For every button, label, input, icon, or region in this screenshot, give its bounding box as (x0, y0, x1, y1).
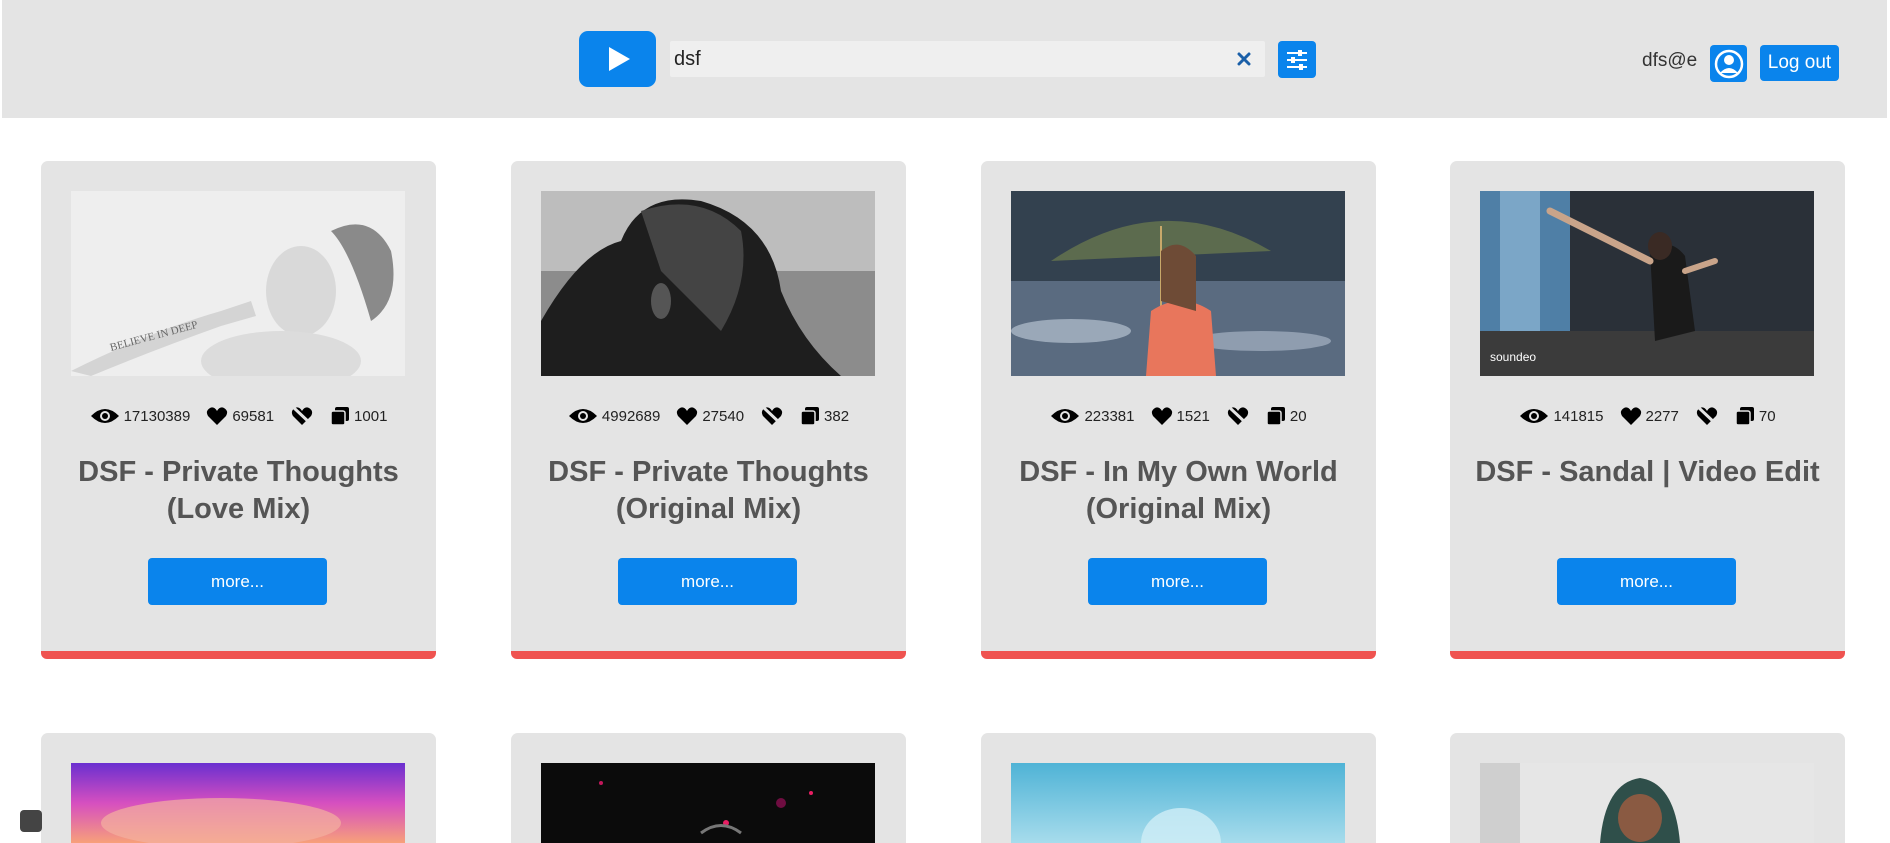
dislike-stat (290, 406, 314, 426)
logout-button[interactable]: Log out (1760, 45, 1839, 81)
track-title: DSF - In My Own World (Original Mix) (1019, 456, 1338, 525)
track-stats: 141815 2277 70 (1450, 401, 1845, 431)
close-icon (1237, 52, 1251, 66)
copy-icon (1735, 407, 1754, 426)
likes-stat: 1521 (1151, 406, 1210, 426)
views-stat: 17130389 (90, 407, 191, 425)
more-button[interactable]: more... (148, 558, 327, 605)
user-email: dfs@e (1642, 50, 1698, 71)
track-card: soundeo 141815 2277 70 DSF - Sandal | Vi… (1450, 161, 1845, 659)
home-play-logo-button[interactable] (579, 31, 656, 87)
heart-icon (677, 407, 698, 425)
likes-count: 2277 (1645, 407, 1679, 425)
views-stat: 223381 (1050, 407, 1135, 425)
likes-stat: 69581 (206, 406, 274, 426)
track-thumbnail[interactable]: soundeo (1480, 191, 1814, 376)
play-icon (608, 47, 630, 71)
copy-icon (800, 407, 820, 426)
views-count: 223381 (1084, 407, 1135, 425)
more-button[interactable]: more... (618, 558, 797, 605)
track-title: DSF - Sandal | Video Edit (1475, 456, 1820, 488)
track-stats: 223381 1521 20 (981, 401, 1376, 431)
track-thumbnail[interactable] (541, 763, 875, 843)
thumb-watermark: soundeo (1490, 350, 1536, 364)
track-thumbnail[interactable] (71, 763, 405, 843)
track-title: DSF - Private Thoughts (Love Mix) (78, 456, 399, 525)
broken-heart-icon (1227, 406, 1249, 426)
eye-icon (1520, 409, 1549, 423)
broken-heart-icon (1696, 406, 1718, 426)
copy-icon (1266, 407, 1285, 426)
copies-count: 382 (824, 407, 850, 425)
track-stats: 4992689 27540 382 (511, 401, 906, 431)
likes-stat: 2277 (1620, 406, 1679, 426)
track-card: 4992689 27540 382 DSF - Private Thoughts… (511, 161, 906, 659)
heart-icon (1151, 407, 1172, 425)
user-avatar-icon (1714, 49, 1743, 78)
broken-heart-icon (761, 406, 784, 426)
eye-icon (568, 409, 597, 423)
top-header: dfs@e Log out (2, 0, 1887, 118)
more-button[interactable]: more... (1088, 558, 1267, 605)
views-count: 4992689 (601, 407, 661, 425)
views-count: 141815 (1553, 407, 1604, 425)
copies-stat: 20 (1266, 406, 1307, 426)
search-input[interactable] (670, 42, 1231, 76)
copies-count: 1001 (354, 407, 388, 425)
search-box (670, 41, 1265, 77)
track-thumbnail[interactable] (1011, 763, 1345, 843)
broken-heart-icon (291, 406, 314, 426)
clear-search-button[interactable] (1231, 46, 1257, 72)
copies-stat: 382 (800, 406, 849, 426)
track-thumbnail[interactable] (1011, 191, 1345, 376)
copy-icon (330, 407, 350, 426)
heart-icon (1620, 407, 1641, 425)
corner-app-icon[interactable] (20, 810, 42, 832)
track-title: DSF - Private Thoughts (Original Mix) (548, 456, 869, 525)
profile-button[interactable] (1710, 45, 1747, 82)
filter-settings-button[interactable] (1278, 41, 1316, 78)
track-thumbnail[interactable] (541, 191, 875, 376)
copies-stat: 1001 (330, 406, 387, 426)
likes-stat: 27540 (676, 406, 744, 426)
dislike-stat (1226, 406, 1250, 426)
track-card: 223381 1521 20 DSF - In My Own World (Or… (981, 161, 1376, 659)
eye-icon (90, 409, 119, 423)
heart-icon (207, 407, 228, 425)
views-count: 17130389 (123, 407, 191, 425)
track-card: BELIEVE IN DEEP 17130389 69581 1001 DSF … (41, 161, 436, 659)
copies-stat: 70 (1735, 406, 1776, 426)
track-thumbnail[interactable]: BELIEVE IN DEEP (71, 191, 405, 376)
sliders-icon (1287, 49, 1307, 70)
views-stat: 141815 (1519, 407, 1604, 425)
copies-count: 20 (1289, 407, 1307, 425)
dislike-stat (760, 406, 784, 426)
views-stat: 4992689 (568, 407, 660, 425)
likes-count: 27540 (702, 407, 745, 425)
track-stats: 17130389 69581 1001 (41, 401, 436, 431)
more-button[interactable]: more... (1557, 558, 1736, 605)
track-thumbnail[interactable] (1480, 763, 1814, 843)
likes-count: 1521 (1176, 407, 1210, 425)
likes-count: 69581 (232, 407, 275, 425)
copies-count: 70 (1758, 407, 1776, 425)
eye-icon (1051, 409, 1080, 423)
dislike-stat (1695, 406, 1719, 426)
